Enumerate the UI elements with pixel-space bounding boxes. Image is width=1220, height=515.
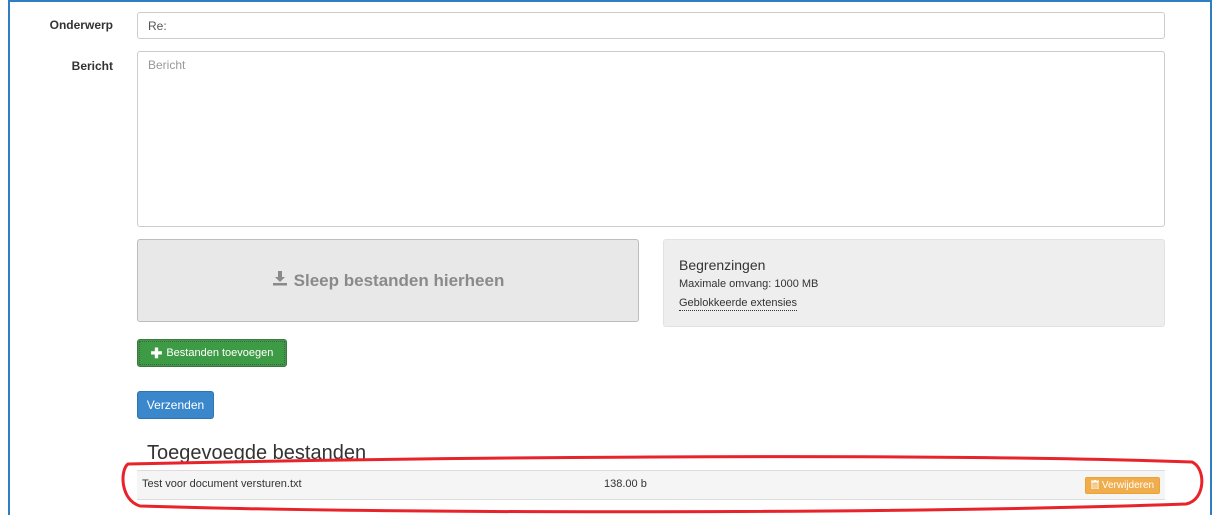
- add-files-label: Bestanden toevoegen: [166, 347, 274, 359]
- send-button[interactable]: Verzenden: [137, 391, 214, 419]
- subject-label: Onderwerp: [49, 18, 113, 32]
- limits-title: Begrenzingen: [679, 257, 766, 273]
- attachments-title: Toegevoegde bestanden: [147, 442, 367, 464]
- delete-attachment-button[interactable]: Verwijderen: [1085, 477, 1160, 494]
- plus-icon: ✚: [150, 344, 163, 361]
- max-size-text: Maximale omvang: 1000 MB: [679, 278, 819, 290]
- file-dropzone[interactable]: Sleep bestanden hierheen: [137, 239, 639, 322]
- attachment-size: 138.00 b: [604, 478, 647, 490]
- delete-label: Verwijderen: [1101, 480, 1155, 491]
- subject-input[interactable]: [137, 12, 1165, 39]
- attachment-row: Test voor document versturen.txt 138.00 …: [137, 470, 1165, 500]
- download-icon: [272, 270, 294, 291]
- message-textarea[interactable]: [137, 51, 1165, 227]
- blocked-extensions-link[interactable]: Geblokkeerde extensies: [679, 297, 798, 311]
- add-files-button[interactable]: ✚ Bestanden toevoegen: [137, 339, 287, 367]
- dropzone-text: Sleep bestanden hierheen: [293, 270, 505, 290]
- attachment-name: Test voor document versturen.txt: [142, 478, 302, 490]
- limits-panel: Begrenzingen Maximale omvang: 1000 MB Ge…: [663, 239, 1165, 327]
- trash-icon: [1090, 479, 1102, 492]
- message-label: Bericht: [71, 59, 113, 73]
